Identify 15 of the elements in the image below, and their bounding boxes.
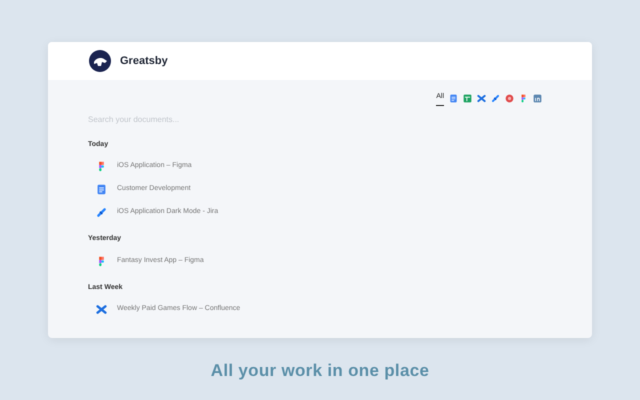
figma-icon xyxy=(96,256,107,266)
figma-filter[interactable] xyxy=(519,94,528,104)
logo-icon xyxy=(88,49,112,73)
tagline: All your work in one place xyxy=(210,360,430,382)
cross-icon xyxy=(96,304,107,315)
app-name: Greatsby xyxy=(120,54,168,69)
rocket-filter[interactable] xyxy=(491,94,500,104)
docs-icon xyxy=(96,184,107,195)
cross-filter[interactable] xyxy=(477,94,486,104)
sheets-filter[interactable] xyxy=(463,94,472,104)
rocket-icon xyxy=(96,207,107,218)
figma-icon xyxy=(96,161,107,172)
linkedin-filter[interactable] xyxy=(533,94,542,104)
circle-filter[interactable] xyxy=(505,94,514,104)
docs-filter[interactable] xyxy=(449,94,458,104)
